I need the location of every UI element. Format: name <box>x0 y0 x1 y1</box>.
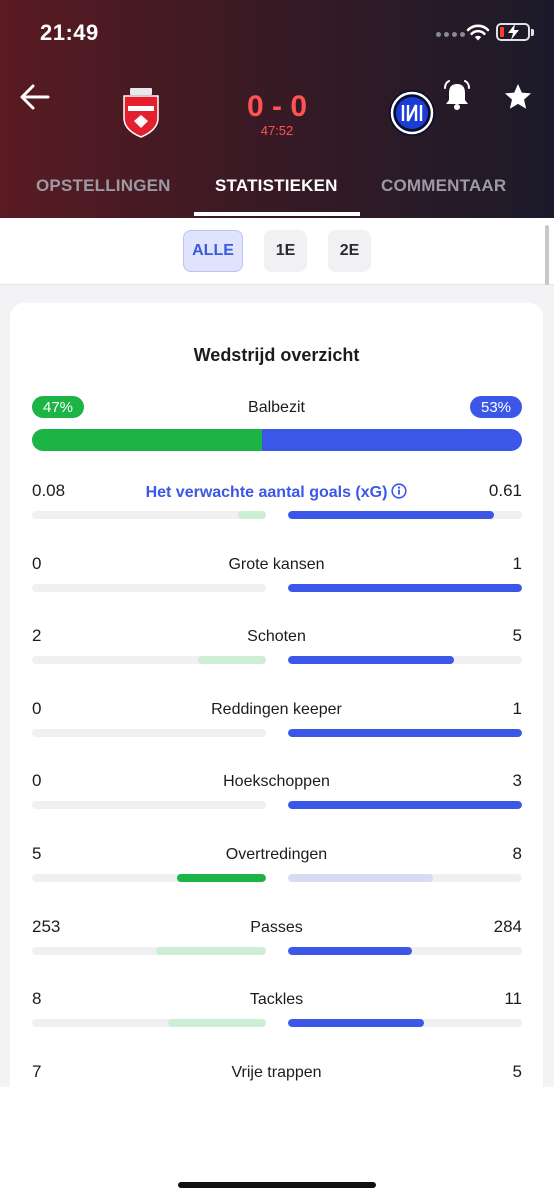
monza-crest-icon[interactable] <box>122 88 160 138</box>
possession-label: Balbezit <box>248 399 305 416</box>
stat-away-track <box>288 583 522 592</box>
status-bar: 21:49 <box>0 0 554 64</box>
stat-away-track <box>288 946 522 955</box>
stat-away-value: 5 <box>512 626 522 646</box>
match-tabs: OPSTELLINGEN STATISTIEKEN COMMENTAAR <box>0 160 554 218</box>
stat-label: Tackles <box>10 991 543 1009</box>
stat-away-bar <box>288 656 455 665</box>
stat-away-value: 11 <box>504 989 522 1009</box>
stat-label-text: Grote kansen <box>228 555 325 573</box>
stat-home-track <box>32 511 266 519</box>
stat-away-bar <box>288 1019 424 1028</box>
stat-row: 7 Vrije trappen 5 <box>10 1062 543 1087</box>
stat-away-track <box>288 801 522 810</box>
stat-home-track <box>32 656 266 665</box>
xg-info-link[interactable]: Het verwachte aantal goals (xG) <box>10 483 543 502</box>
back-arrow-icon[interactable] <box>18 80 52 114</box>
period-all-button[interactable]: ALLE <box>183 230 243 272</box>
stat-label: Grote kansen <box>10 556 543 574</box>
stat-home-bar <box>198 656 266 665</box>
stat-label-text: Schoten <box>247 628 306 646</box>
stat-home-bar <box>167 1019 266 1028</box>
stat-label-text: Het verwachte aantal goals (xG) <box>145 484 388 501</box>
stat-label: Reddingen keeper <box>10 701 543 719</box>
cellular-signal-icon <box>436 32 465 37</box>
tab-opstellingen[interactable]: OPSTELLINGEN <box>36 176 171 196</box>
stat-label: Passes <box>10 919 543 937</box>
stat-label-text: Overtredingen <box>225 846 328 863</box>
wifi-icon <box>466 24 490 41</box>
stat-away-bar <box>288 874 434 882</box>
possession-away-badge: 53% <box>470 396 522 418</box>
stat-away-value: 284 <box>493 916 522 936</box>
stat-label-text: Passes <box>250 918 303 936</box>
stat-away-value: 5 <box>512 1061 522 1081</box>
stat-away-value: 3 <box>512 771 522 791</box>
stat-home-bar <box>156 946 266 955</box>
stat-away-bar <box>288 728 522 737</box>
stat-row: 0.08 Het verwachte aantal goals (xG) 0.61 <box>10 481 543 531</box>
stat-home-track <box>32 583 266 592</box>
stat-away-bar <box>288 801 522 810</box>
stat-label-text: Tackles <box>249 991 304 1009</box>
stat-label-text: Vrije trappen <box>231 1063 322 1081</box>
match-score: 0 - 0 <box>246 90 308 123</box>
stat-away-bar <box>288 511 494 519</box>
stat-label: Vrije trappen <box>10 1064 543 1082</box>
period-filter: ALLE 1E 2E <box>0 218 554 285</box>
stat-row: 253 Passes 284 <box>10 917 543 967</box>
possession-home-fill <box>32 429 263 451</box>
stat-label: Schoten <box>10 628 543 646</box>
stat-away-track <box>288 511 522 519</box>
stat-away-track <box>288 874 522 882</box>
stat-away-bar <box>288 946 413 955</box>
favorite-star-icon[interactable] <box>503 82 533 112</box>
stat-row: 0 Hoekschoppen 3 <box>10 771 543 821</box>
active-tab-indicator <box>194 212 360 216</box>
stat-away-track <box>288 728 522 737</box>
status-time: 21:49 <box>40 20 99 45</box>
stat-away-track <box>288 656 522 665</box>
match-clock: 47:52 <box>260 123 294 138</box>
battery-tip <box>531 29 534 36</box>
notification-bell-icon[interactable] <box>442 80 472 112</box>
stat-row: 5 Overtredingen 8 <box>10 844 543 894</box>
stat-home-track <box>32 874 266 882</box>
stat-label: Hoekschoppen <box>10 773 543 791</box>
stat-home-track <box>32 946 266 955</box>
stat-row: 0 Grote kansen 1 <box>10 554 543 604</box>
home-indicator[interactable] <box>178 1182 376 1188</box>
period-first-half-button[interactable]: 1E <box>264 230 307 272</box>
stat-home-bar <box>177 874 266 882</box>
stat-row: 8 Tackles 11 <box>10 989 543 1039</box>
stat-away-value: 8 <box>512 844 522 863</box>
tab-statistieken[interactable]: STATISTIEKEN <box>215 176 338 196</box>
period-second-half-button[interactable]: 2E <box>328 230 371 272</box>
stat-label-text: Reddingen keeper <box>211 700 342 718</box>
stat-row: 2 Schoten 5 <box>10 626 543 676</box>
stat-label: Overtredingen <box>10 846 543 864</box>
match-header: 21:49 0 - 0 47:52 OPSTELLINGEN STATISTIE… <box>0 0 554 218</box>
card-title: Wedstrijd overzicht <box>193 345 360 365</box>
battery-icon <box>496 23 530 41</box>
stat-away-value: 0.61 <box>488 481 522 500</box>
possession-bar <box>32 429 522 451</box>
possession-away-fill <box>262 429 522 451</box>
stat-away-bar <box>288 583 522 592</box>
stats-content: Wedstrijd overzicht 47% Balbezit 53% 0.0… <box>0 285 554 1087</box>
stat-away-track <box>288 1019 522 1028</box>
stat-home-track <box>32 801 266 810</box>
inter-crest-icon[interactable] <box>388 89 436 137</box>
info-icon[interactable] <box>391 483 408 499</box>
stat-row: 0 Reddingen keeper 1 <box>10 699 543 749</box>
stat-away-value: 1 <box>512 698 522 718</box>
stat-home-track <box>32 728 266 737</box>
stat-away-value: 1 <box>512 553 522 573</box>
stat-label-text: Hoekschoppen <box>223 773 330 791</box>
stat-home-bar <box>237 511 266 519</box>
match-overview-card: Wedstrijd overzicht 47% Balbezit 53% 0.0… <box>10 303 543 1087</box>
tab-commentaar[interactable]: COMMENTAAR <box>381 176 506 196</box>
stat-home-track <box>32 1019 266 1028</box>
